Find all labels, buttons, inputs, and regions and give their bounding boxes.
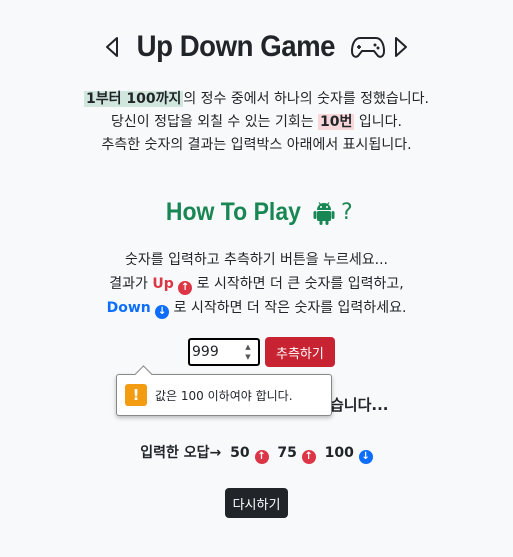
validation-tooltip: ! 값은 100 이하여야 합니다. [116,374,332,416]
intro-line-2-pre: 당신이 정답을 외칠 수 있는 기회는 [111,114,319,130]
number-input-value: 999 [192,344,219,360]
spin-up-icon[interactable]: ▲ [242,343,254,351]
wrong-answer-value: 75 [277,445,297,461]
warning-icon: ! [125,384,147,406]
title-row: Up Down Game [0,30,513,64]
spin-down-icon[interactable]: ▼ [242,353,254,361]
wrong-answer-value: 50 [230,445,250,461]
intro-line-2-post: 입니다. [354,114,402,130]
caret-right-icon [395,37,408,57]
arrow-up-icon: ↑ [301,450,316,464]
retry-row: 다시하기 [0,488,513,518]
howto-heading: How To Play ? [0,198,513,227]
wrong-answers-label: 입력한 오답→ [140,445,222,461]
intro-text: 1부터 100까지 의 정수 중에서 하나의 숫자를 정했습니다. 당신이 정답을… [0,88,513,157]
arrow-up-icon: ↑ [178,281,193,295]
caret-left-icon [105,37,118,57]
range-highlight: 1부터 100까지 [83,91,184,107]
howto-title: How To Play [166,198,302,226]
validation-message: 값은 100 이하여야 합니다. [155,388,293,403]
android-icon [313,201,335,225]
retry-button[interactable]: 다시하기 [224,488,289,518]
rules-line-3-post: 로 시작하면 더 작은 숫자를 입력하세요. [169,300,407,316]
guess-button[interactable]: 추측하기 [265,337,335,367]
arrow-down-icon: ↓ [358,450,373,464]
chances-highlight: 10번 [318,114,355,130]
intro-line-3: 추측한 숫자의 결과는 입력박스 아래에서 표시됩니다. [101,137,412,153]
rules-line-2-post: 로 시작하면 더 큰 숫자를 입력하고, [192,276,404,292]
question-mark-icon: ? [341,200,353,225]
rules-line-2: 결과가 Up ↑ 로 시작하면 더 큰 숫자를 입력하고, [0,272,513,296]
rules-line-1: 숫자를 입력하고 추측하기 버튼을 누르세요... [125,252,388,268]
intro-line-2: 당신이 정답을 외칠 수 있는 기회는 10번 입니다. [0,111,513,134]
intro-line-1: 1부터 100까지 의 정수 중에서 하나의 숫자를 정했습니다. [0,88,513,111]
number-spinner[interactable]: ▲ ▼ [242,343,254,361]
down-label: Down [106,300,151,316]
arrow-up-icon: ↑ [254,450,269,464]
intro-line-1-rest: 의 정수 중에서 하나의 숫자를 정했습니다. [183,91,430,107]
up-label: Up [152,276,174,292]
wrong-answers: 입력한 오답→ 50 ↑ 75 ↑ 100 ↓ [0,442,513,464]
number-input[interactable]: 999 ▲ ▼ [188,338,260,366]
rules-line-3: Down ↓ 로 시작하면 더 작은 숫자를 입력하세요. [0,296,513,320]
page-title: Up Down Game [136,30,335,63]
guess-form: 999 ▲ ▼ 추측하기 [188,337,335,367]
rules-line-2-pre: 결과가 [109,276,153,292]
controller-icon [351,37,386,58]
result-message: 습니다... [330,396,389,414]
wrong-answer-value: 100 [324,445,354,461]
rules-text: 숫자를 입력하고 추측하기 버튼을 누르세요... 결과가 Up ↑ 로 시작하… [0,248,513,320]
arrow-down-icon: ↓ [155,305,170,319]
